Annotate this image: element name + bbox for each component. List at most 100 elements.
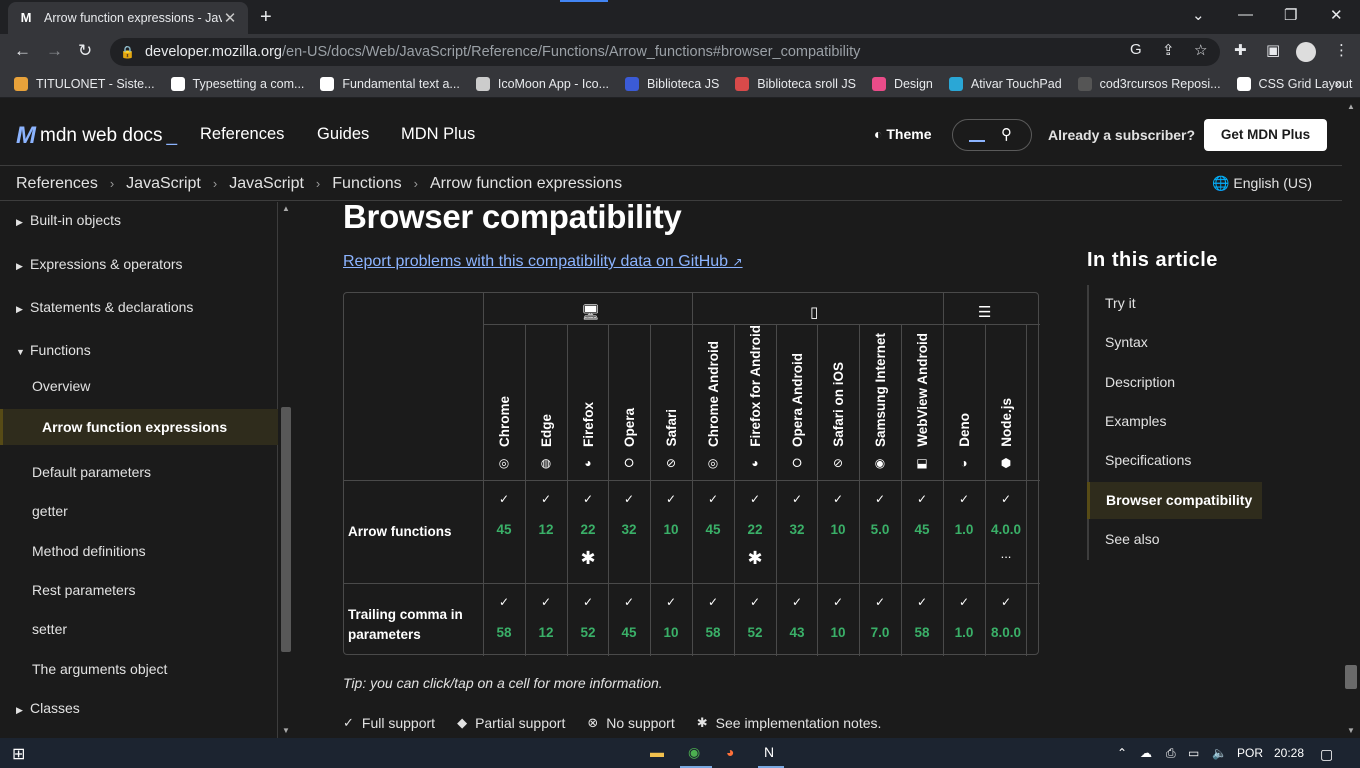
mdn-logo[interactable]: M mdn web docs _ bbox=[16, 122, 177, 150]
toc-item[interactable]: Description bbox=[1089, 364, 1264, 401]
sidebar-item[interactable]: Method definitions bbox=[0, 533, 278, 569]
support-cell[interactable]: ✓ 22 ✱ bbox=[734, 480, 776, 583]
breadcrumb-item[interactable]: JavaScript bbox=[229, 175, 304, 193]
bookmark-item[interactable]: Ativar TouchPad bbox=[948, 76, 1062, 91]
sidebar-item[interactable]: ▶ Classes bbox=[0, 690, 278, 726]
breadcrumb-item[interactable]: Arrow function expressions bbox=[430, 175, 622, 193]
reload-button[interactable]: ↻ bbox=[78, 41, 92, 61]
language-switcher[interactable]: 🌐 English (US) bbox=[1212, 175, 1312, 192]
windows-start-icon[interactable]: ⊞ bbox=[12, 744, 25, 764]
toc-item[interactable]: Syntax bbox=[1089, 324, 1264, 361]
sidebar-item[interactable]: setter bbox=[0, 611, 278, 647]
toc-item[interactable]: Try it bbox=[1089, 285, 1264, 322]
google-icon[interactable]: G bbox=[1130, 41, 1142, 58]
bookmark-item[interactable]: Biblioteca JS bbox=[625, 76, 719, 91]
support-cell[interactable]: ✓ 4.0.0... bbox=[985, 480, 1027, 583]
support-cell[interactable]: ✓ 1.0 bbox=[943, 480, 985, 583]
file-explorer-icon[interactable]: ▬ bbox=[650, 744, 664, 760]
support-cell[interactable]: ✓ 45 bbox=[483, 480, 525, 583]
bookmark-item[interactable]: TITULONET - Siste... bbox=[14, 76, 155, 91]
share-icon[interactable]: ⇪ bbox=[1162, 41, 1175, 59]
support-cell[interactable]: ✓ 10 bbox=[817, 480, 859, 583]
breadcrumb-item[interactable]: Functions bbox=[332, 175, 401, 193]
clock[interactable]: 20:28 bbox=[1274, 746, 1304, 760]
sidebar-item[interactable]: Rest parameters bbox=[0, 572, 278, 608]
sidebar-item[interactable]: Default parameters bbox=[0, 454, 278, 490]
support-cell[interactable]: ✓ 1.0 bbox=[943, 583, 985, 655]
bookmark-star-icon[interactable]: ☆ bbox=[1194, 41, 1207, 59]
support-cell[interactable]: ✓ 58 bbox=[483, 583, 525, 655]
toc-item[interactable]: Examples bbox=[1089, 403, 1264, 440]
more-bookmarks-icon[interactable]: » bbox=[1335, 76, 1342, 91]
sidebar-item[interactable]: ▶ Built-in objects bbox=[0, 202, 278, 238]
toc-item[interactable]: See also bbox=[1089, 521, 1264, 558]
side-panel-icon[interactable]: ▣ bbox=[1266, 41, 1280, 59]
get-mdn-plus-button[interactable]: Get MDN Plus bbox=[1204, 119, 1327, 151]
breadcrumb-item[interactable]: JavaScript bbox=[126, 175, 201, 193]
notifications-icon[interactable]: ▢ bbox=[1320, 746, 1333, 763]
support-cell[interactable]: ✓ 5.0 bbox=[859, 480, 901, 583]
toc-item[interactable]: Browser compatibility bbox=[1087, 481, 1262, 519]
page-scrollbar[interactable]: ▲ ▼ bbox=[1342, 98, 1360, 738]
notion-taskbar-icon[interactable]: N bbox=[764, 744, 774, 760]
support-cell[interactable]: ✓ 22 ✱ bbox=[567, 480, 609, 583]
support-cell[interactable]: ✓ 45 bbox=[692, 480, 734, 583]
support-cell[interactable]: ✓ 58 bbox=[901, 583, 943, 655]
bookmark-item[interactable]: Typesetting a com... bbox=[170, 76, 304, 91]
back-button[interactable]: ← bbox=[14, 41, 31, 61]
sidebar-item[interactable]: ▶ Statements & declarations bbox=[0, 289, 278, 325]
sidebar-item[interactable]: The arguments object bbox=[0, 651, 278, 687]
tab-search-icon[interactable]: ⌄ bbox=[1192, 6, 1205, 24]
breadcrumb-item[interactable]: References bbox=[16, 175, 98, 193]
address-bar[interactable]: 🔒 developer.mozilla.org/en-US/docs/Web/J… bbox=[110, 38, 1220, 66]
support-cell[interactable]: ✓ 32 bbox=[608, 480, 650, 583]
support-cell[interactable]: ✓ 12 bbox=[525, 480, 567, 583]
volume-icon[interactable]: 🔈 bbox=[1212, 746, 1227, 760]
minimize-button[interactable]: — bbox=[1238, 6, 1253, 23]
nav-references[interactable]: References bbox=[200, 125, 284, 144]
support-cell[interactable]: ✓ 10 bbox=[817, 583, 859, 655]
bookmark-item[interactable]: Design bbox=[871, 76, 933, 91]
support-cell[interactable]: ✓ 7.0 bbox=[859, 583, 901, 655]
support-cell[interactable]: ✓ 45 bbox=[901, 480, 943, 583]
browser-tab[interactable]: M Arrow function expressions - Java ✕ bbox=[8, 2, 248, 34]
support-cell[interactable]: ✓ 8.0.0 bbox=[985, 583, 1027, 655]
nav-mdn-plus[interactable]: MDN Plus bbox=[401, 125, 475, 144]
sidebar-item[interactable]: Arrow function expressions bbox=[0, 409, 278, 445]
support-cell[interactable]: ✓ 10 bbox=[650, 583, 692, 655]
support-cell[interactable]: ✓ 12 bbox=[525, 583, 567, 655]
theme-toggle[interactable]: ◐ Theme bbox=[874, 126, 931, 142]
report-problems-link[interactable]: Report problems with this compatibility … bbox=[343, 253, 743, 271]
sidebar-scrollbar[interactable]: ▲ ▼ bbox=[279, 202, 293, 738]
sidebar-item[interactable]: ▶ Expressions & operators bbox=[0, 246, 278, 282]
support-cell[interactable]: ✓ 32 bbox=[776, 480, 818, 583]
input-language[interactable]: POR bbox=[1237, 746, 1263, 760]
network-icon[interactable]: ▭ bbox=[1188, 746, 1199, 760]
support-cell[interactable]: ✓ 43 bbox=[776, 583, 818, 655]
firefox-taskbar-icon[interactable]: ◕ bbox=[726, 744, 734, 760]
bookmark-item[interactable]: Biblioteca sroll JS bbox=[735, 76, 856, 91]
chrome-taskbar-icon[interactable]: ◉ bbox=[688, 744, 700, 761]
sidebar-item[interactable]: Overview bbox=[0, 368, 278, 404]
bookmark-item[interactable]: cod3rcursos Reposi... bbox=[1077, 76, 1221, 91]
toc-item[interactable]: Specifications bbox=[1089, 442, 1264, 479]
bookmark-item[interactable]: IcoMoon App - Ico... bbox=[475, 76, 609, 91]
close-tab-icon[interactable]: ✕ bbox=[222, 9, 238, 27]
device-icon[interactable]: ⎙ bbox=[1166, 746, 1176, 761]
onedrive-icon[interactable]: ☁ bbox=[1140, 746, 1152, 760]
support-cell[interactable]: ✓ 52 bbox=[734, 583, 776, 655]
support-cell[interactable]: ✓ 58 bbox=[692, 583, 734, 655]
new-tab-button[interactable]: + bbox=[260, 6, 272, 29]
extensions-icon[interactable]: ✚ bbox=[1234, 41, 1247, 59]
menu-icon[interactable]: ⋮ bbox=[1334, 41, 1349, 59]
bookmark-item[interactable]: Fundamental text a... bbox=[320, 76, 460, 91]
restore-button[interactable]: ❐ bbox=[1284, 6, 1297, 24]
forward-button[interactable]: → bbox=[46, 41, 63, 61]
search-input[interactable]: ⚲ bbox=[952, 119, 1032, 151]
sidebar-item[interactable]: ▼ Functions bbox=[0, 332, 278, 368]
sidebar-item[interactable]: getter bbox=[0, 493, 278, 529]
close-window-button[interactable]: ✕ bbox=[1330, 6, 1343, 24]
profile-avatar[interactable] bbox=[1296, 42, 1316, 62]
support-cell[interactable]: ✓ 52 bbox=[567, 583, 609, 655]
support-cell[interactable]: ✓ 10 bbox=[650, 480, 692, 583]
